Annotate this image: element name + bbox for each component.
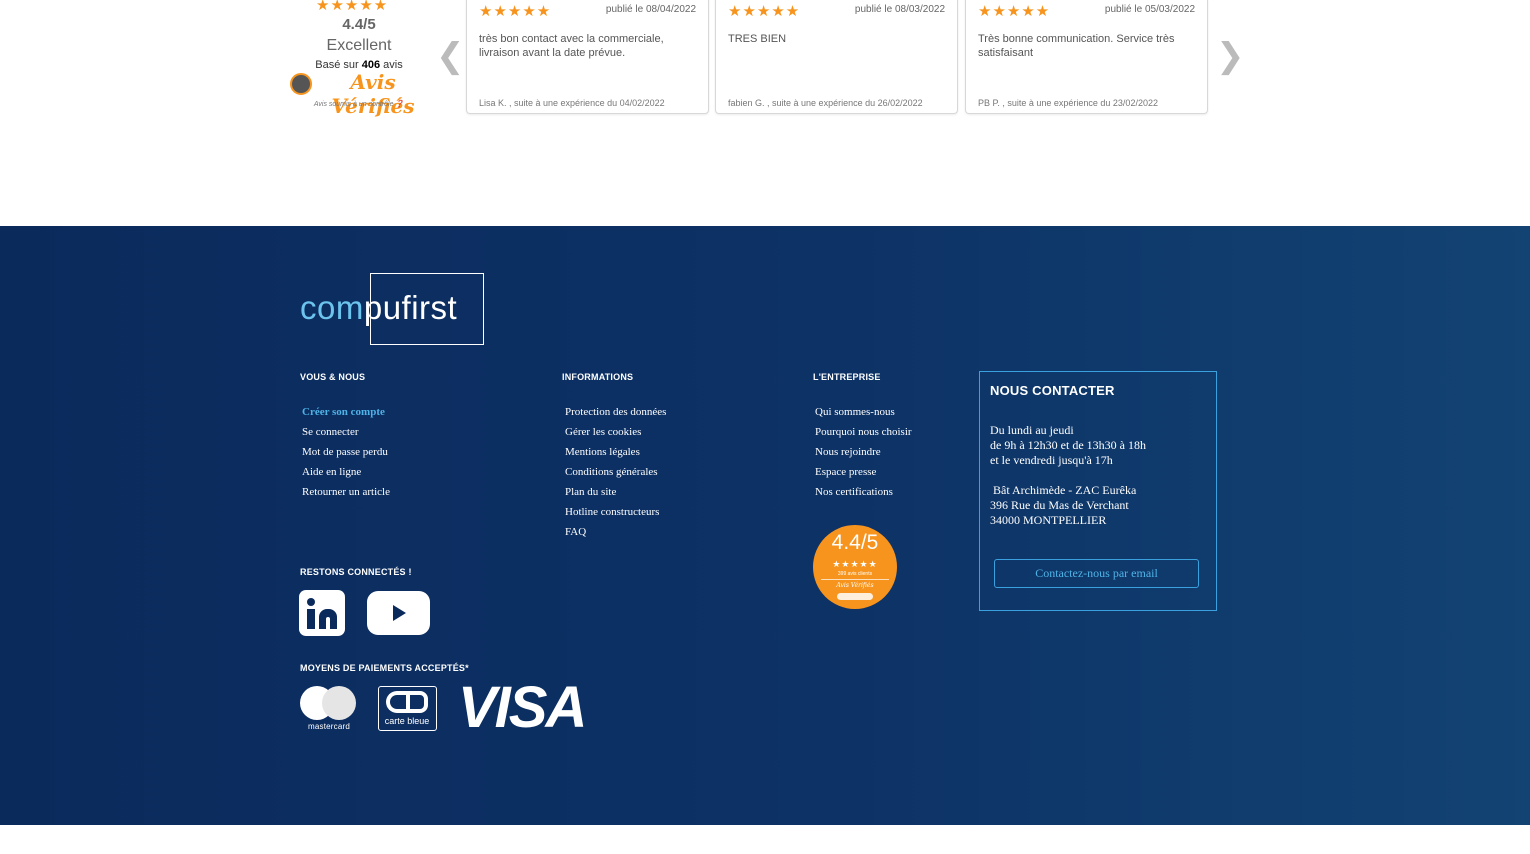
badge-stars: ★★★★★ [832, 559, 878, 569]
reviews-summary[interactable]: ★★★★★ 4.4/5 Excellent Basé sur 406 avis … [288, 0, 430, 118]
carte-bleue-icon: carte bleue [378, 686, 437, 731]
hours-line: de 9h à 12h30 et de 13h30 à 18h [990, 438, 1146, 452]
link-press[interactable]: Espace presse [815, 462, 912, 482]
review-stars: ★★★★★ [978, 3, 1051, 20]
linkedin-icon[interactable] [299, 590, 345, 636]
link-about-us[interactable]: Qui sommes-nous [815, 402, 912, 422]
link-data-protection[interactable]: Protection des données [565, 402, 666, 422]
rating-label: Excellent [326, 37, 392, 54]
contact-email-button[interactable]: Contactez-nous par email [994, 559, 1199, 588]
contact-hours: Du lundi au jeudi de 9h à 12h30 et de 13… [990, 423, 1146, 468]
link-terms[interactable]: Conditions générales [565, 462, 666, 482]
review-date: publié le 08/03/2022 [854, 4, 945, 15]
mastercard-circle-right [322, 686, 356, 720]
logo-part-1: com [300, 289, 364, 326]
rating-score: 4.4/5 [342, 16, 376, 33]
links-entreprise: Qui sommes-nous Pourquoi nous choisir No… [815, 402, 912, 502]
column-title-vous-nous: VOUS & NOUS [300, 372, 366, 382]
link-faq[interactable]: FAQ [565, 522, 666, 542]
address-line: 34000 MONTPELLIER [990, 513, 1107, 527]
contact-box: NOUS CONTACTER Du lundi au jeudi de 9h à… [979, 371, 1217, 611]
hours-line: et le vendredi jusqu'à 17h [990, 453, 1113, 467]
link-manufacturer-hotline[interactable]: Hotline constructeurs [565, 502, 666, 522]
link-create-account[interactable]: Créer son compte [302, 402, 390, 422]
visa-logo: VISA [458, 675, 587, 740]
review-author: PB P. , suite à une expérience du 23/02/… [978, 98, 1158, 108]
social-title: RESTONS CONNECTÉS ! [300, 567, 412, 577]
compufirst-logo[interactable]: compufirst [300, 273, 484, 345]
review-author: Lisa K. , suite à une expérience du 04/0… [479, 98, 665, 108]
avis-verifies-seal-icon [290, 73, 312, 95]
linkedin-n [319, 609, 337, 629]
review-date: publié le 08/04/2022 [605, 4, 696, 15]
play-icon [393, 605, 406, 621]
logo-part-2: pufirst [363, 289, 458, 326]
review-card: ★★★★★ publié le 08/04/2022 très bon cont… [466, 0, 709, 114]
links-vous-nous: Créer son compte Se connecter Mot de pas… [302, 402, 390, 502]
payments-title: MOYENS DE PAIEMENTS ACCEPTÉS* [300, 663, 469, 673]
link-lost-password[interactable]: Mot de passe perdu [302, 442, 390, 462]
cb-mark [386, 691, 429, 713]
review-text: Très bonne communication. Service très s… [978, 33, 1175, 59]
reviews-section: ★★★★★ 4.4/5 Excellent Basé sur 406 avis … [0, 0, 1530, 226]
link-legal-notice[interactable]: Mentions légales [565, 442, 666, 462]
chevron-left-icon[interactable]: ❮ [436, 36, 465, 76]
badge-divider [821, 579, 889, 580]
badge-score: 4.4/5 [831, 531, 879, 554]
review-stars: ★★★★★ [728, 3, 801, 20]
review-stars: ★★★★★ [479, 3, 552, 20]
link-sitemap[interactable]: Plan du site [565, 482, 666, 502]
carte-bleue-label: carte bleue [384, 716, 430, 726]
chevron-right-icon[interactable]: ❯ [1216, 36, 1245, 76]
hours-line: Du lundi au jeudi [990, 423, 1074, 437]
badge-pill [837, 593, 873, 600]
link-why-choose-us[interactable]: Pourquoi nous choisir [815, 422, 912, 442]
badge-brand: Avis Vérifiés [836, 582, 874, 589]
link-certifications[interactable]: Nos certifications [815, 482, 912, 502]
mastercard-label: mastercard [307, 722, 350, 731]
review-author: fabien G. , suite à une expérience du 26… [728, 98, 923, 108]
site-footer: compufirst VOUS & NOUS Créer son compte … [0, 226, 1530, 825]
linkedin-dot [307, 598, 315, 606]
address-line: Bât Archimède - ZAC Eurêka [990, 483, 1137, 497]
avis-verifies-note: Avis soumis à un contrôle ❓ [313, 101, 405, 108]
links-informations: Protection des données Gérer les cookies… [565, 402, 666, 542]
linkedin-bar [307, 609, 315, 629]
link-careers[interactable]: Nous rejoindre [815, 442, 912, 462]
review-text: très bon contact avec la commerciale, li… [479, 33, 664, 59]
review-text: TRES BIEN [728, 33, 787, 45]
column-title-entreprise: L'ENTREPRISE [813, 372, 881, 382]
link-login[interactable]: Se connecter [302, 422, 390, 442]
column-title-informations: INFORMATIONS [562, 372, 634, 382]
rating-badge[interactable]: 4.4/5 ★★★★★ 399 avis clients Avis Vérifi… [813, 525, 897, 609]
contact-title: NOUS CONTACTER [990, 383, 1115, 398]
link-return-item[interactable]: Retourner un article [302, 482, 390, 502]
review-card: ★★★★★ publié le 05/03/2022 Très bonne co… [965, 0, 1208, 114]
contact-address: Bât Archimède - ZAC Eurêka 396 Rue du Ma… [990, 483, 1136, 528]
link-manage-cookies[interactable]: Gérer les cookies [565, 422, 666, 442]
review-date: publié le 05/03/2022 [1104, 4, 1195, 15]
logo-wordmark: compufirst [300, 289, 457, 327]
mastercard-icon: mastercard [300, 686, 358, 734]
address-line: 396 Rue du Mas de Verchant [990, 498, 1129, 512]
youtube-icon[interactable] [367, 591, 430, 635]
page-bottom-strip [0, 825, 1530, 854]
rating-stars: ★★★★★ [316, 0, 389, 14]
avis-verifies-logo: Avis Vérifiés [331, 70, 415, 118]
badge-count: 399 avis clients [837, 571, 873, 577]
review-card: ★★★★★ publié le 08/03/2022 TRES BIEN fab… [715, 0, 958, 114]
link-online-help[interactable]: Aide en ligne [302, 462, 390, 482]
